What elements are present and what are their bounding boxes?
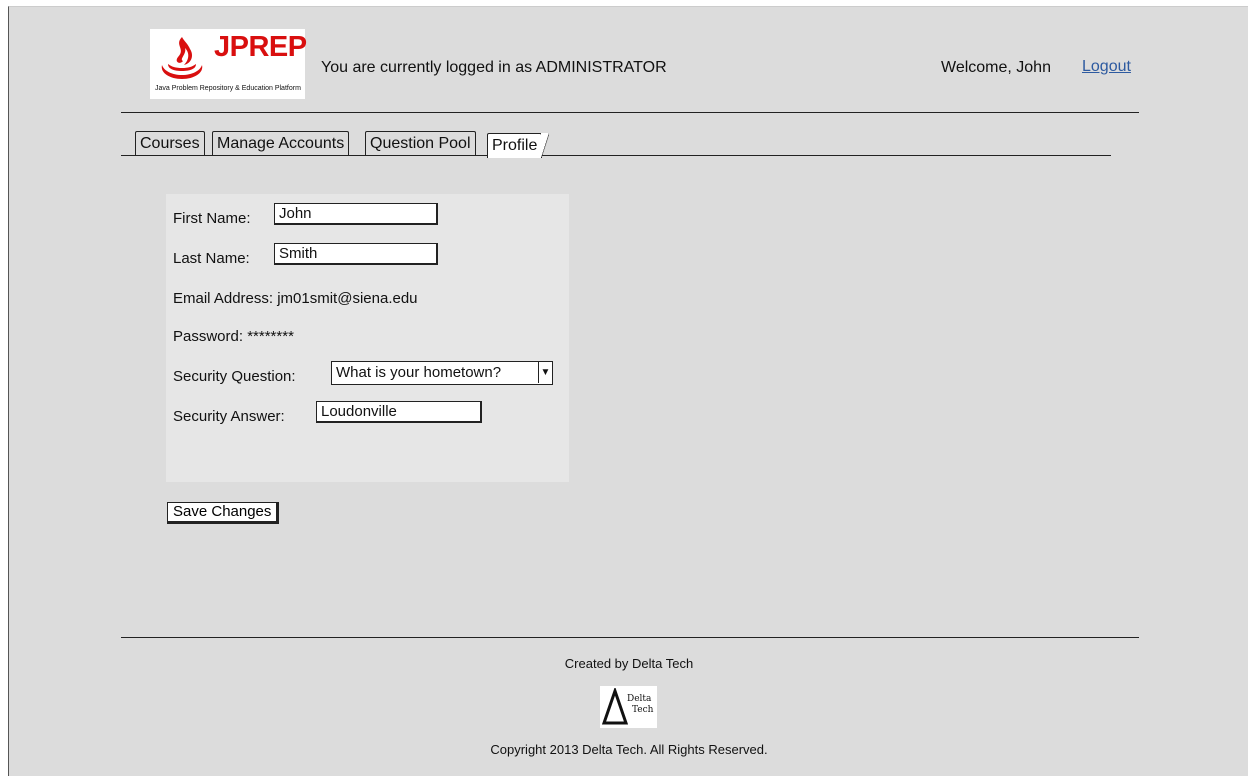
tab-manage-accounts[interactable]: Manage Accounts <box>212 131 350 155</box>
security-question-label: Security Question: <box>173 368 296 385</box>
password-label: Password: <box>173 328 244 345</box>
email-value: jm01smit@siena.edu <box>277 290 418 307</box>
password-row: Password: ******** <box>173 328 294 345</box>
tab-bar: Courses Manage Accounts Question Pool Pr… <box>121 129 1111 163</box>
dropdown-arrow-icon[interactable]: ▼ <box>538 362 552 383</box>
logo-title: JPREP <box>214 31 307 63</box>
flame-icon <box>161 37 203 79</box>
tab-profile[interactable]: Profile <box>487 133 550 158</box>
email-row: Email Address: jm01smit@siena.edu <box>173 290 418 307</box>
jprep-logo: JPREP Java Problem Repository & Educatio… <box>150 29 307 99</box>
save-changes-button[interactable]: Save Changes <box>167 502 280 524</box>
tab-courses[interactable]: Courses <box>135 131 205 155</box>
logo-subtitle: Java Problem Repository & Education Plat… <box>155 85 301 92</box>
copyright-text: Copyright 2013 Delta Tech. All Rights Re… <box>490 742 768 757</box>
profile-panel: First Name: John Last Name: Smith Email … <box>166 194 569 482</box>
created-by-text: Created by Delta Tech <box>564 656 694 671</box>
password-value: ******** <box>247 328 294 345</box>
security-question-select[interactable]: What is your hometown? ▼ <box>331 361 553 385</box>
last-name-label: Last Name: <box>173 250 250 267</box>
header-divider <box>121 112 1139 113</box>
login-status: You are currently logged in as ADMINISTR… <box>321 59 667 76</box>
delta-tech-logo-text: Delta Tech <box>627 694 653 716</box>
last-name-input[interactable]: Smith <box>274 243 438 265</box>
tab-question-pool[interactable]: Question Pool <box>365 131 476 155</box>
security-answer-label: Security Answer: <box>173 408 285 425</box>
email-label: Email Address: <box>173 290 274 307</box>
page-canvas: JPREP Java Problem Repository & Educatio… <box>8 6 1248 776</box>
security-question-value: What is your hometown? <box>336 364 502 381</box>
footer-divider <box>121 637 1139 638</box>
first-name-input[interactable]: John <box>274 203 438 225</box>
delta-tech-logo-line2: Tech <box>632 705 654 715</box>
logout-link[interactable]: Logout <box>1082 58 1131 76</box>
first-name-label: First Name: <box>173 210 251 227</box>
security-answer-input[interactable]: Loudonville <box>316 401 482 423</box>
delta-tech-logo-line1: Delta <box>627 694 652 704</box>
delta-tech-logo: Delta Tech <box>600 686 657 728</box>
delta-triangle-icon <box>602 688 628 725</box>
welcome-message: Welcome, John <box>941 59 1051 76</box>
